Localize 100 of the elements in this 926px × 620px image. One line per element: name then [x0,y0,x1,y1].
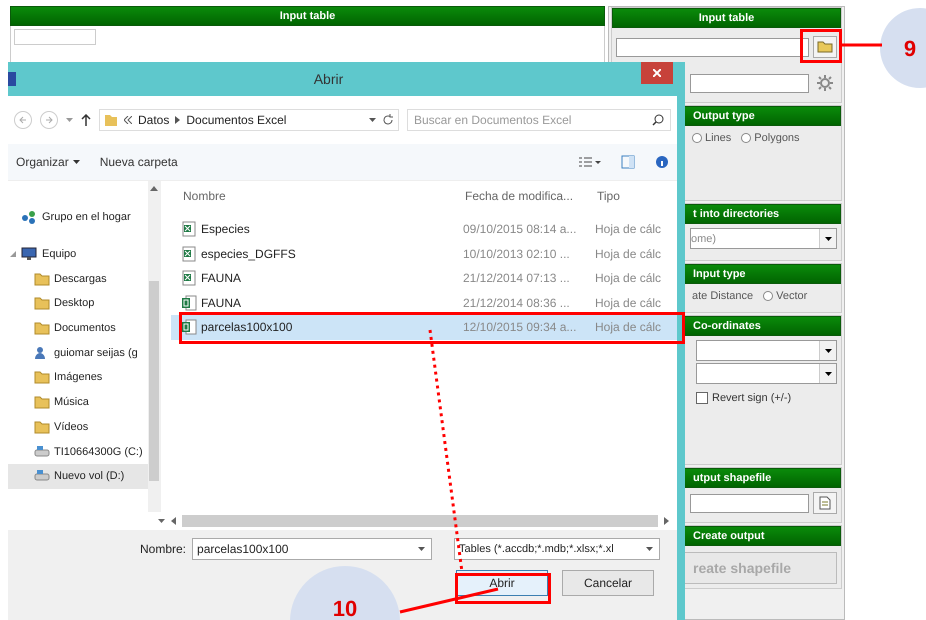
caret-icon [824,348,832,352]
close-button[interactable] [641,62,673,84]
modified-date: 12/10/2015 09:34 a... [463,320,578,334]
save-file-button[interactable] [813,492,837,514]
nav-item[interactable]: TI10664300G (C:) [8,439,148,464]
column-header[interactable]: Fecha de modifica... [465,189,597,203]
nav-item[interactable]: Imágenes [8,365,148,390]
folder-icon [34,321,50,336]
callout-number: 10 [332,596,358,620]
file-name: especies_DGFFS [201,246,296,261]
nav-item[interactable]: Música [8,390,148,414]
computer-icon [20,246,38,262]
workbook-file-icon [181,319,197,336]
preview-pane-icon[interactable] [621,155,635,169]
breadcrumb-item[interactable]: Documentos Excel [186,113,286,127]
up-arrow-icon [81,114,91,126]
column-header[interactable]: Nombre [183,189,465,203]
address-bar[interactable]: Datos Documentos Excel [99,109,399,131]
file-type: Hoja de cálc [595,296,662,310]
document-icon [819,496,831,510]
dropdown[interactable]: ome) [690,228,837,249]
gear-icon [816,74,834,92]
caret-icon [418,547,426,551]
file-name: FAUNA [201,296,242,310]
dialog-title: Abrir [312,71,344,87]
nav-item[interactable]: Nuevo vol (D:) [8,464,148,489]
organize-menu[interactable]: Organizar [16,155,80,169]
folder-icon [34,296,50,310]
column-header[interactable]: Tipo [597,189,677,203]
nav-item[interactable]: Documentos [8,316,148,340]
section-header: Input table [612,8,841,28]
radio-option[interactable]: Polygons [741,132,800,144]
nav-item[interactable]: Descargas [8,266,148,292]
homegroup-icon [20,209,38,226]
drive-icon [34,469,50,484]
modified-date: 10/10/2013 02:10 ... [463,246,571,261]
nav-item[interactable]: Vídeos [8,414,148,440]
nav-item[interactable]: Grupo en el hogar [8,205,148,230]
file-type: Hoja de cálc [595,222,662,236]
revert-sign-checkbox[interactable]: Revert sign (+/-) [696,392,792,404]
dropdown[interactable] [696,340,837,361]
forward-button[interactable] [40,111,58,129]
file-row[interactable]: parcelas100x100 12/10/2015 09:34 a... Hoja de cálc [171,315,677,340]
forward-icon [44,115,54,125]
folder-icon [34,395,50,410]
leader-line [842,45,883,46]
radio-option[interactable]: Lines [692,132,732,144]
spreadsheet-file-icon [181,221,197,238]
radio-label[interactable]: ate Distance [692,290,754,302]
view-options-icon[interactable] [579,156,601,168]
panel-header: Input table [10,6,605,26]
callout-number: 9 [904,36,916,63]
scrollbar[interactable] [148,181,161,512]
file-name: parcelas100x100 [201,320,292,334]
shapefile-field[interactable] [690,494,809,512]
dropdown[interactable] [696,363,837,384]
chevron-icon [124,116,132,124]
file-name: Especies [201,222,250,236]
radio-option[interactable]: Vector [763,290,808,302]
back-icon [18,115,28,125]
horizontal-scrollbar[interactable] [182,515,658,527]
app-icon [8,72,16,86]
spreadsheet-file-icon [181,270,197,286]
input-table-field[interactable] [616,38,809,56]
expand-arrow-icon[interactable] [10,251,16,258]
folder-icon [104,113,118,127]
modified-date: 21/12/2014 07:13 ... [463,271,571,286]
cancel-button[interactable]: Cancelar [562,570,654,596]
file-row[interactable]: especies_DGFFS 10/10/2013 02:10 ... Hoja de cálc [171,242,677,266]
breadcrumb-item[interactable]: Datos [138,113,170,127]
highlight-frame [800,29,842,63]
up-arrow-icon [150,186,158,191]
file-name: FAUNA [201,271,242,286]
refresh-icon [382,114,394,126]
caret-icon [369,118,376,122]
workbook-file-icon [181,294,197,311]
file-type-dropdown[interactable]: Tables (*.accdb;*.mdb;*.xlsx;*.xl [454,538,660,560]
nav-item[interactable]: Desktop [8,291,148,316]
spreadsheet-file-icon [181,246,197,262]
modified-date: 09/10/2015 08:14 a... [463,222,578,236]
caret-icon [158,519,165,523]
right-arrow-icon [664,517,669,525]
folder-icon [34,420,50,434]
new-folder-button[interactable]: Nueva carpeta [100,155,178,169]
caret-icon [66,118,73,122]
field-label: Nombre: [140,542,186,556]
back-button[interactable] [14,111,32,129]
open-folder-button[interactable] [813,36,837,58]
nav-item[interactable]: Equipo [8,242,148,266]
folder-icon [34,272,50,286]
caret-icon [824,236,832,240]
file-name-field[interactable]: parcelas100x100 [192,538,432,560]
folder-icon [817,41,833,53]
help-icon[interactable] [655,155,669,169]
nav-item[interactable]: guiomar seijas (g [8,340,148,366]
caret-icon [824,372,832,376]
close-icon [653,69,661,77]
text-field[interactable] [690,74,809,92]
file-row[interactable]: FAUNA 21/12/2014 08:36 ... Hoja de cálc [171,290,677,315]
drive-icon [34,444,50,459]
